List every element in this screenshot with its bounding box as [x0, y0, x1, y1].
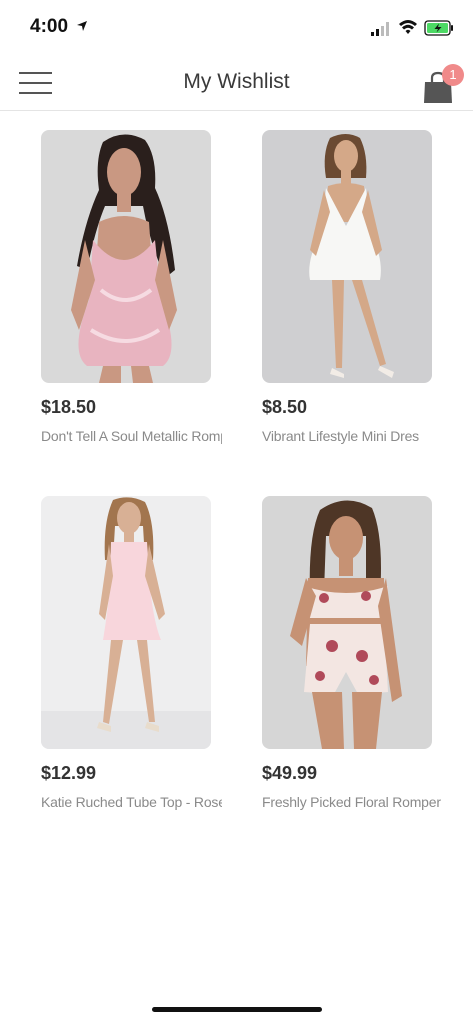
product-image[interactable]	[41, 496, 211, 749]
home-indicator[interactable]	[152, 1007, 322, 1012]
cellular-signal-icon	[371, 22, 389, 36]
product-name[interactable]: Freshly Picked Floral Romper	[262, 794, 443, 810]
cart-count-badge: 1	[442, 64, 464, 86]
battery-icon	[424, 20, 453, 36]
nav-header: My Wishlist 1	[0, 56, 473, 111]
status-time: 4:00	[30, 16, 69, 37]
product-card[interactable]: $8.50 Vibrant Lifestyle Mini Dres	[262, 130, 432, 444]
shopping-bag-button[interactable]: 1	[420, 64, 466, 104]
product-price: $18.50	[41, 397, 97, 417]
product-name[interactable]: Vibrant Lifestyle Mini Dres	[262, 428, 443, 444]
product-image[interactable]	[41, 130, 211, 383]
location-arrow-icon	[77, 21, 87, 31]
status-bar: 4:00	[0, 0, 473, 56]
product-price: $8.50	[262, 397, 308, 417]
product-price: $49.99	[262, 763, 318, 783]
wifi-icon	[399, 20, 417, 34]
product-card[interactable]: $18.50 Don't Tell A Soul Metallic Rompe	[41, 130, 222, 444]
product-name[interactable]: Katie Ruched Tube Top - Rose	[41, 794, 222, 810]
product-name[interactable]: Don't Tell A Soul Metallic Rompe	[41, 428, 222, 444]
page-title: My Wishlist	[183, 70, 290, 93]
product-price: $12.99	[41, 763, 97, 783]
product-card[interactable]: $12.99 Katie Ruched Tube Top - Rose	[41, 496, 222, 810]
product-image[interactable]	[262, 130, 432, 383]
product-image[interactable]	[262, 496, 432, 749]
product-card[interactable]: $49.99 Freshly Picked Floral Romper	[262, 496, 441, 810]
